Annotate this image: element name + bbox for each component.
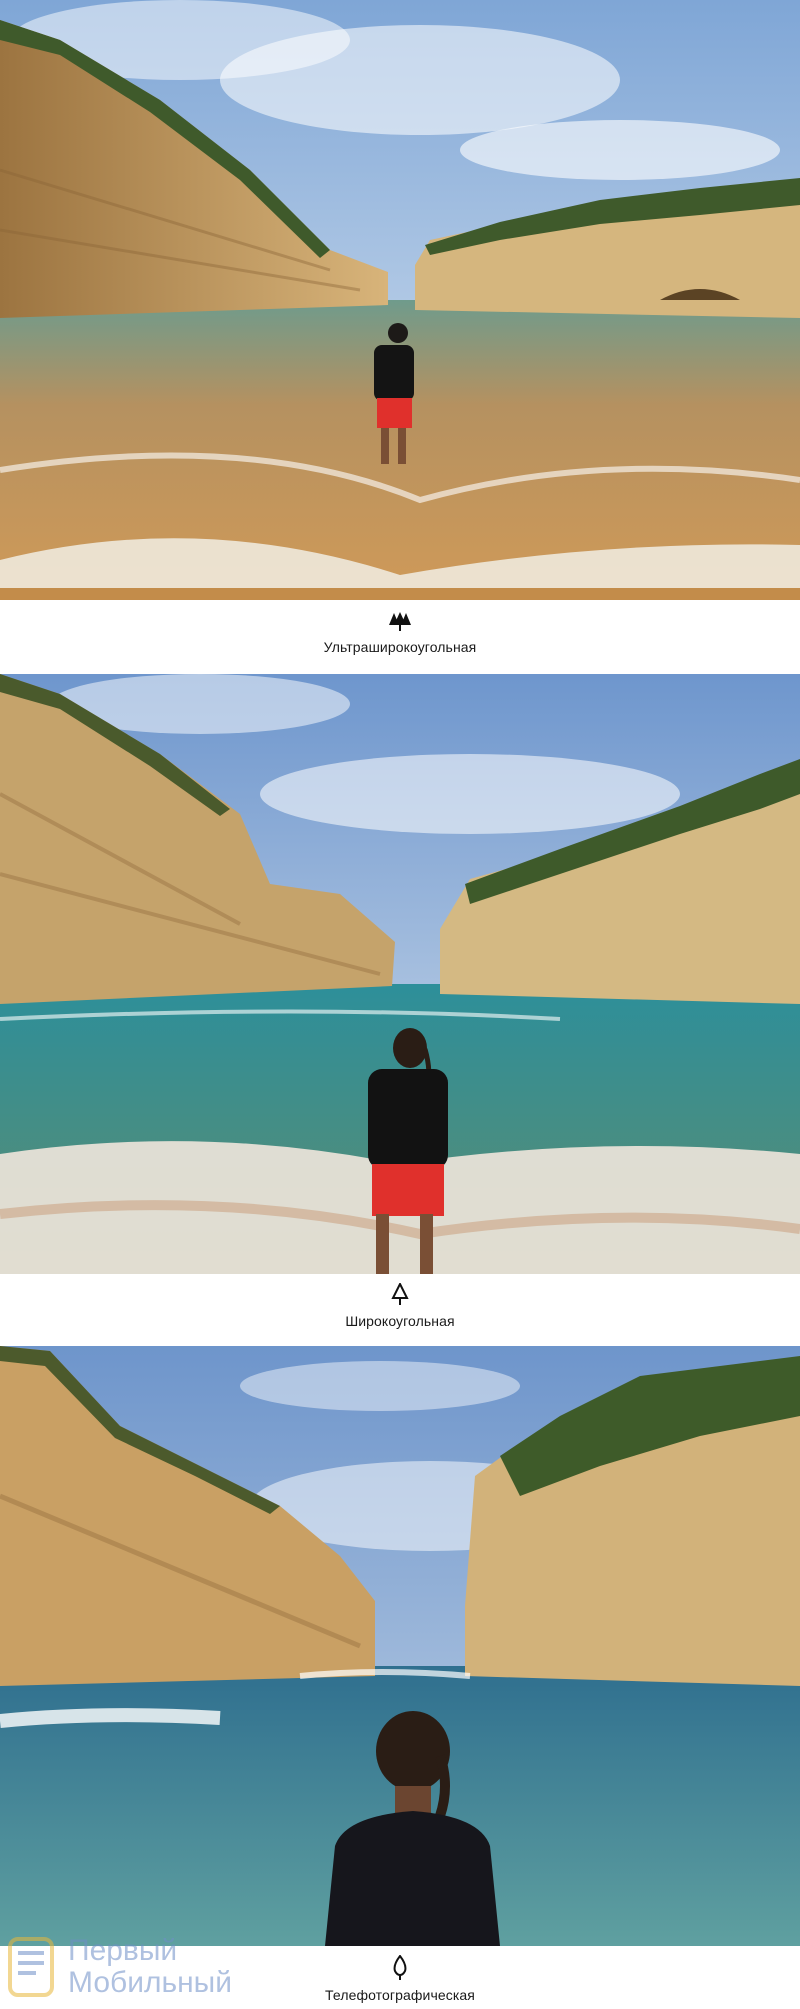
caption-wide: Широкоугольная [0,1283,800,1329]
watermark-line2: Мобильный [68,1966,232,1999]
wide-photo [0,674,800,1274]
caption-ultrawide-label: Ультраширокоугольная [323,639,477,655]
telephoto-photo [0,1346,800,1946]
triple-tree-icon [389,612,411,631]
ultrawide-photo [0,0,800,600]
watermark-line1: Первый [68,1934,178,1967]
leaf-icon [393,1955,407,1980]
caption-ultrawide: Ультраширокоугольная [0,611,800,655]
phone-logo-icon [8,1937,54,1997]
single-tree-icon [391,1283,409,1305]
caption-wide-label: Широкоугольная [345,1313,455,1329]
watermark-logo: Первый Мобильный [6,1935,266,2003]
